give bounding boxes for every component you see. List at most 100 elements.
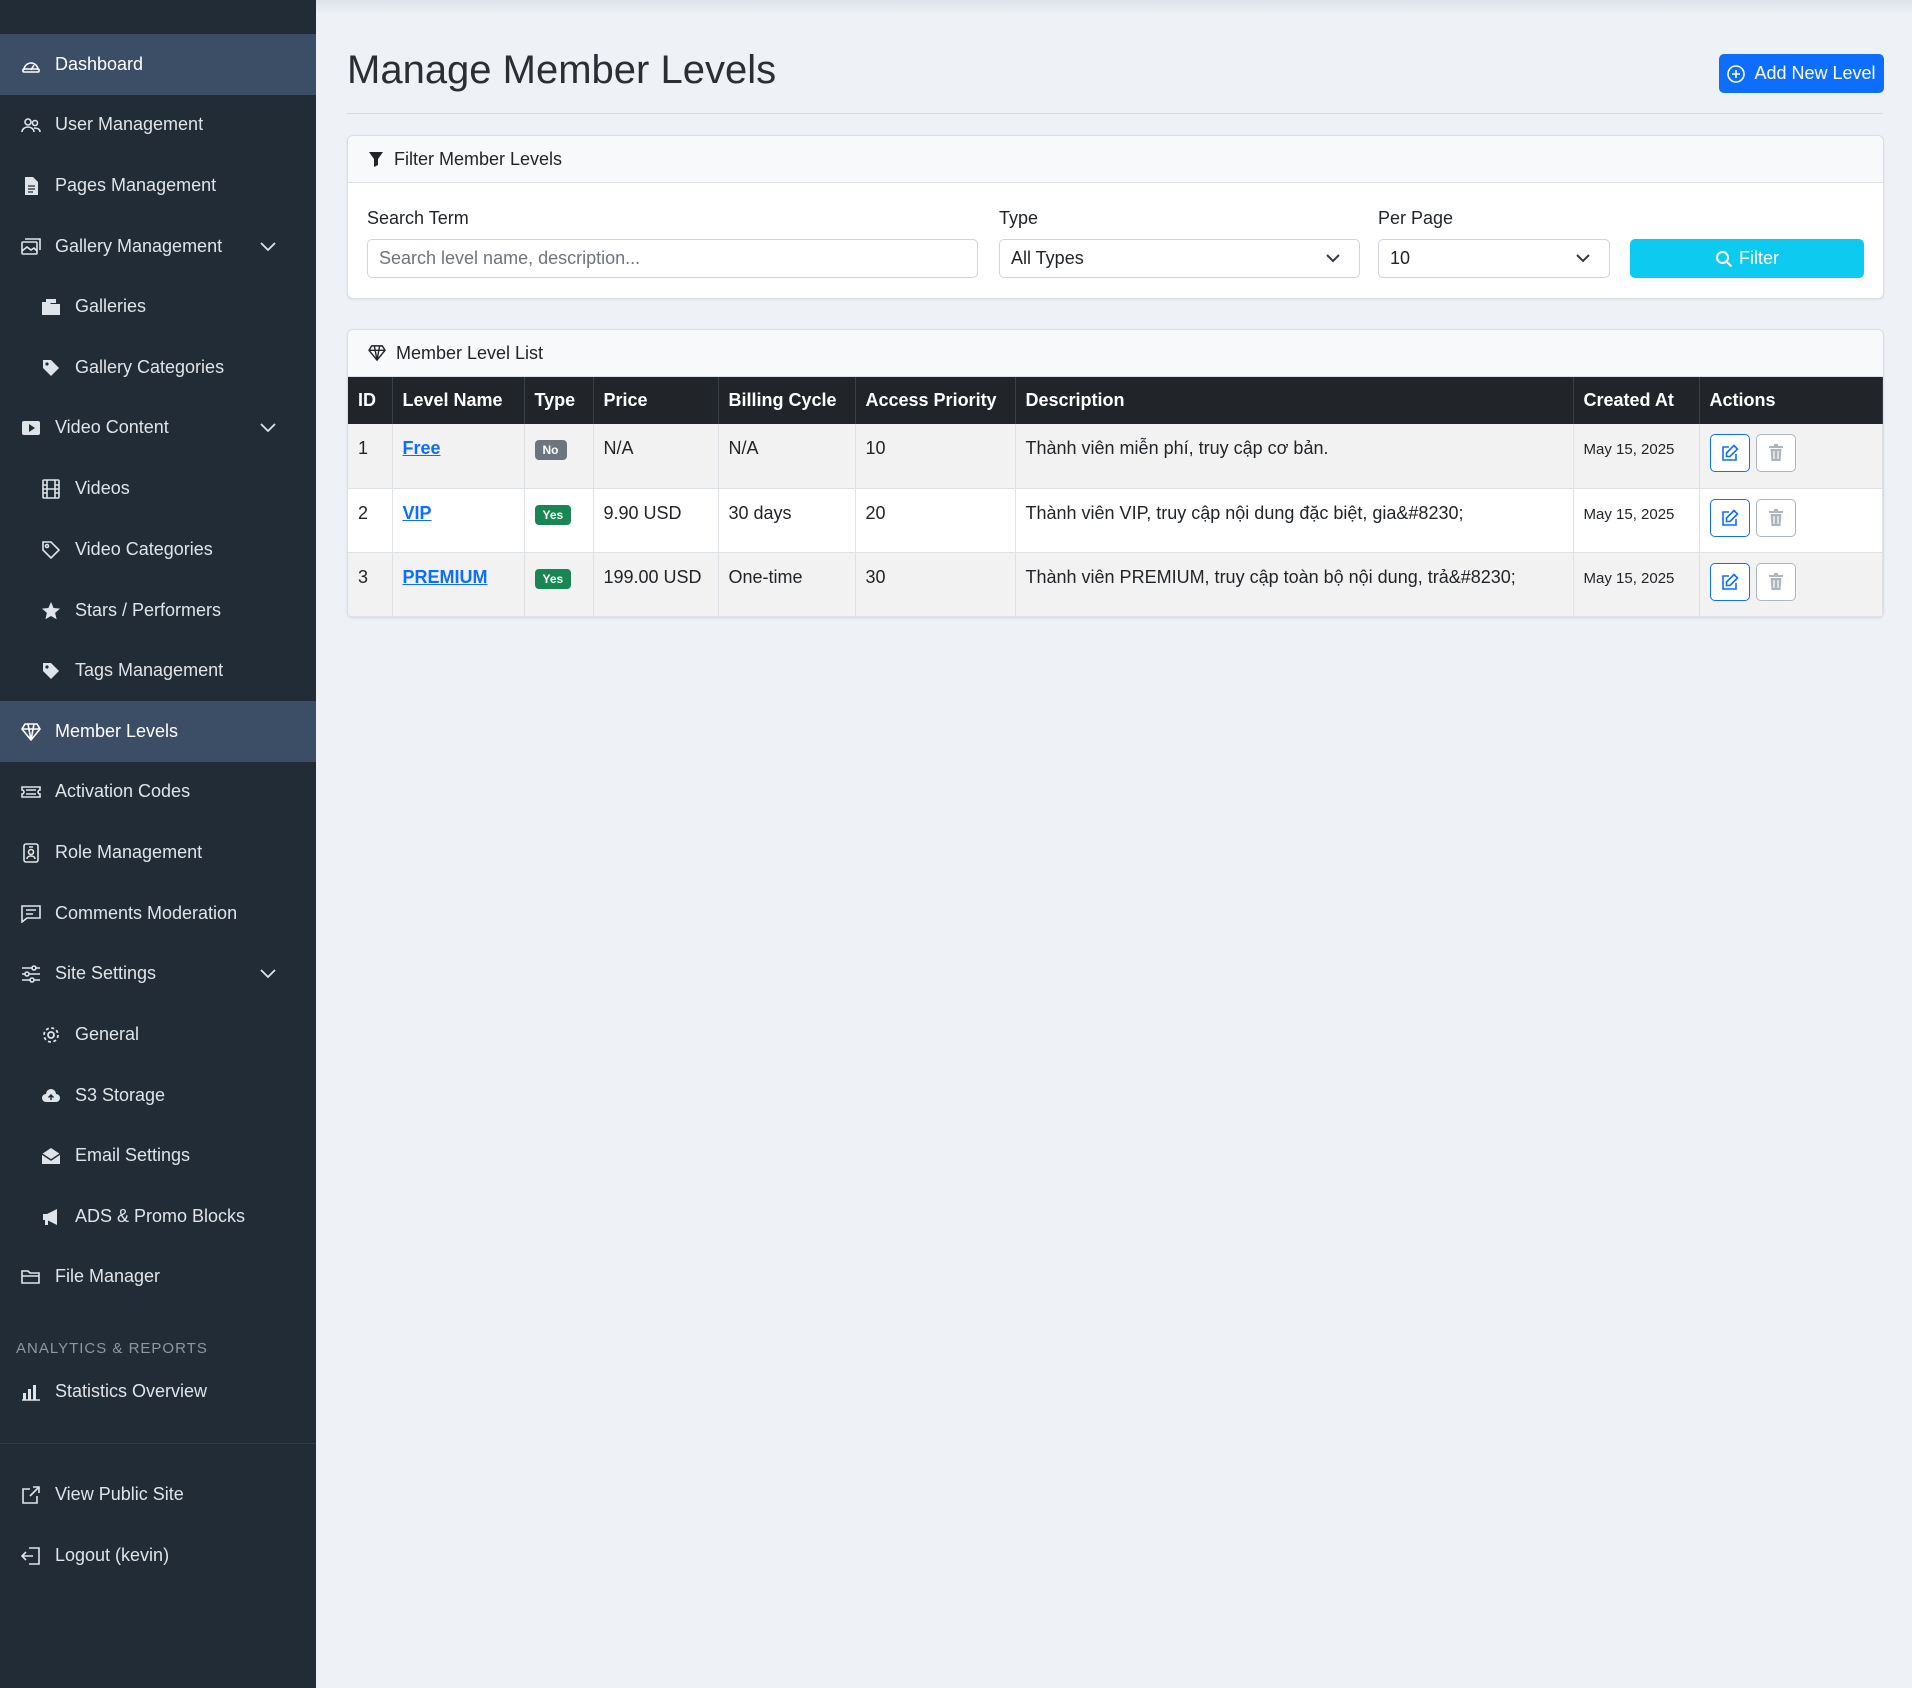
sidebar-item-activation-codes[interactable]: Activation Codes [0,761,316,822]
folder-icon [40,296,62,318]
pencil-square-icon [1721,444,1739,461]
cell-type: Yes [524,488,594,553]
title-divider [347,113,1883,114]
cell-access-priority: 20 [855,488,1016,553]
type-select[interactable]: All Types [999,239,1360,278]
sidebar-item-videos[interactable]: Videos [0,458,316,519]
member-level-list-card: Member Level List ID Level Name Type Pri… [347,329,1884,618]
sidebar-item-label: Video Content [55,417,169,437]
sidebar-item-logout[interactable]: Logout (kevin) [0,1525,316,1586]
sidebar-item-video-categories[interactable]: Video Categories [0,519,316,580]
level-name-link[interactable]: VIP [403,503,432,523]
pencil-square-icon [1721,572,1739,590]
sidebar-item-label: User Management [55,114,204,134]
sidebar-item-pages-management[interactable]: Pages Management [0,155,316,216]
sidebar-item-label: Dashboard [55,54,144,74]
col-access-priority[interactable]: Access Priority [855,377,1016,424]
sidebar-item-label: Video Categories [75,539,213,559]
table-header-row: ID Level Name Type Price Billing Cycle A… [348,377,1883,424]
cell-access-priority: 10 [855,424,1016,489]
chevron-down-icon[interactable] [258,964,278,984]
sidebar-item-user-management[interactable]: User Management [0,94,316,155]
delete-button[interactable] [1755,498,1796,537]
sidebar-item-gallery-management[interactable]: Gallery Management [0,216,316,277]
cell-created-at: May 15, 2025 [1573,488,1700,553]
plus-circle-icon [1727,64,1746,83]
col-description[interactable]: Description [1015,377,1574,424]
search-input[interactable]: Search level name, description... [367,239,978,278]
filter-card-header: Filter Member Levels [348,136,1883,183]
search-input-placeholder: Search level name, description... [379,248,641,268]
sidebar-item-s3-storage[interactable]: S3 Storage [0,1065,316,1126]
sidebar-item-label: Galleries [75,296,147,316]
sidebar-item-statistics-overview[interactable]: Statistics Overview [0,1361,316,1422]
sidebar-item-label: Logout (kevin) [55,1545,170,1565]
chevron-down-icon[interactable] [258,237,278,257]
cell-description: Thành viên VIP, truy cập nội dung đặc bi… [1015,488,1574,553]
chevron-down-icon[interactable] [258,418,278,438]
col-billing-cycle[interactable]: Billing Cycle [718,377,856,424]
filter-button[interactable]: Filter [1630,239,1864,278]
table-row: 2 VIP Yes 9.90 USD 30 days 20 Thành viên… [348,488,1883,553]
tags-icon [40,357,62,379]
cell-billing-cycle: One-time [718,552,856,617]
col-level-name[interactable]: Level Name [392,377,525,424]
search-icon [1715,250,1733,268]
cell-description: Thành viên miễn phí, truy cập cơ bản. [1015,424,1574,489]
edit-button[interactable] [1709,562,1750,601]
sidebar-item-label: Email Settings [75,1145,191,1165]
sidebar-item-stars-performers[interactable]: Stars / Performers [0,580,316,641]
cell-actions [1699,424,1883,489]
sidebar-item-label: Videos [75,478,130,498]
cell-price: 199.00 USD [593,552,719,617]
envelope-icon [40,1145,62,1167]
cell-level-name: PREMIUM [392,552,525,617]
list-card-title: Member Level List [396,342,544,363]
sidebar-item-general[interactable]: General [0,1004,316,1065]
ticket-icon [20,781,42,803]
add-new-level-button[interactable]: Add New Level [1719,54,1884,93]
folder-open-icon [20,1266,42,1288]
logout-icon [20,1545,42,1567]
cell-created-at: May 15, 2025 [1573,552,1700,617]
per-page-select[interactable]: 10 [1378,239,1610,278]
sidebar-item-email-settings[interactable]: Email Settings [0,1125,316,1186]
sidebar-item-site-settings[interactable]: Site Settings [0,943,316,1004]
sidebar-divider [0,1443,316,1444]
level-name-link[interactable]: PREMIUM [403,567,488,587]
sidebar-item-video-content[interactable]: Video Content [0,397,316,458]
sidebar-item-label: Comments Moderation [55,903,238,923]
cell-created-at: May 15, 2025 [1573,424,1700,489]
funnel-icon [368,151,384,167]
sidebar-item-role-management[interactable]: Role Management [0,822,316,883]
sidebar-item-comments-moderation[interactable]: Comments Moderation [0,883,316,944]
table-row: 3 PREMIUM Yes 199.00 USD One-time 30 Thà… [348,552,1883,617]
per-page-select-value: 10 [1390,248,1411,268]
sidebar-item-label: Tags Management [75,660,224,680]
add-new-level-label: Add New Level [1754,63,1876,83]
sidebar-item-view-public-site[interactable]: View Public Site [0,1464,316,1525]
list-card-header: Member Level List [348,330,1883,377]
sidebar-item-file-manager[interactable]: File Manager [0,1246,316,1307]
edit-button[interactable] [1709,434,1750,472]
cell-price: 9.90 USD [593,488,719,553]
col-created-at[interactable]: Created At [1573,377,1700,424]
sidebar-item-tags-management[interactable]: Tags Management [0,640,316,701]
col-id[interactable]: ID [348,377,393,424]
col-type[interactable]: Type [524,377,594,424]
sidebar-item-member-levels[interactable]: Member Levels [0,701,316,762]
delete-button[interactable] [1755,562,1796,601]
sidebar-item-gallery-categories[interactable]: Gallery Categories [0,337,316,398]
col-price[interactable]: Price [593,377,719,424]
sidebar-item-ads-promo-blocks[interactable]: ADS & Promo Blocks [0,1186,316,1247]
edit-button[interactable] [1709,498,1750,537]
per-page-label: Per Page [1378,208,1454,228]
sidebar-item-label: Statistics Overview [55,1381,208,1401]
tag-icon [40,660,62,682]
sidebar-item-galleries[interactable]: Galleries [0,276,316,337]
sidebar: Dashboard User Management Pages Manageme… [0,0,316,1688]
sidebar-item-dashboard[interactable]: Dashboard [0,34,316,95]
level-name-link[interactable]: Free [403,438,441,458]
delete-button[interactable] [1755,434,1796,472]
filter-card: Filter Member Levels Search Term Search … [347,135,1884,299]
